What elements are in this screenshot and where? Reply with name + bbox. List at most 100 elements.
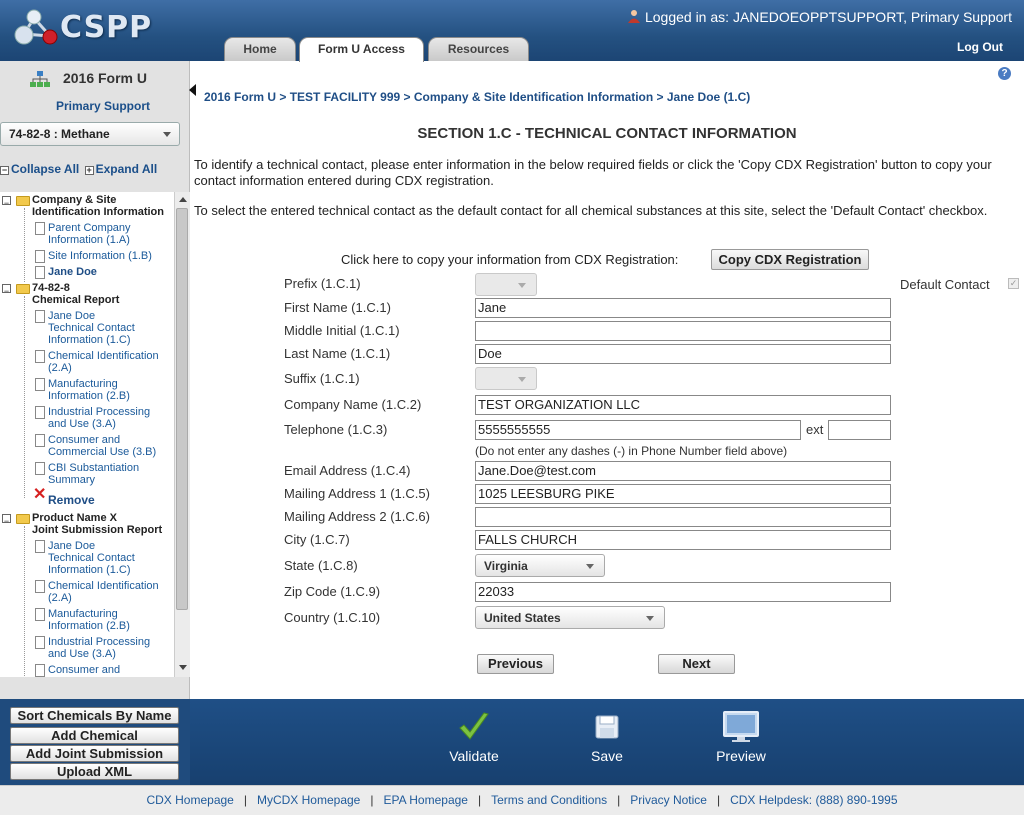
copy-cdx-text: Click here to copy your information from…	[341, 252, 679, 267]
middle-initial-label: Middle Initial (1.C.1)	[284, 323, 400, 338]
add-joint-submission-button[interactable]: Add Joint Submission	[10, 745, 179, 762]
default-contact-instructions: To select the entered technical contact …	[194, 203, 988, 218]
scroll-down-icon[interactable]	[179, 665, 187, 670]
login-user: JANEDOEOPPTSUPPORT	[732, 9, 904, 25]
tree-item-chemical-identification-2[interactable]: Chemical Identification (2.A)	[48, 580, 159, 604]
mailing-address-1-label: Mailing Address 1 (1.C.5)	[284, 486, 430, 501]
save-action[interactable]: Save	[562, 710, 652, 764]
remove-link[interactable]: Remove	[48, 494, 95, 506]
login-info: Logged in as: JANEDOEOPPTSUPPORT, Primar…	[627, 9, 1012, 25]
tree-item-parent-company[interactable]: Parent Company Information (1.A)	[48, 222, 131, 246]
footer: CDX Homepage | MyCDX Homepage | EPA Homepage…	[0, 785, 1024, 815]
expand-all-link[interactable]: Expand All	[96, 162, 158, 176]
sidebar-subtitle: Primary Support	[55, 99, 151, 113]
footer-link-terms[interactable]: Terms and Conditions	[491, 793, 607, 807]
last-name-input[interactable]: Doe	[475, 344, 891, 364]
city-input[interactable]: FALLS CHURCH	[475, 530, 891, 550]
document-icon	[35, 636, 45, 649]
document-icon	[35, 462, 45, 475]
folder-icon	[16, 514, 30, 524]
first-name-input[interactable]: Jane	[475, 298, 891, 318]
preview-action[interactable]: Preview	[696, 710, 786, 764]
tree-item-industrial-processing[interactable]: Industrial Processing and Use (3.A)	[48, 406, 150, 430]
tab-resources[interactable]: Resources	[428, 37, 529, 61]
telephone-input[interactable]: 5555555555	[475, 420, 801, 440]
prefix-select[interactable]	[475, 273, 537, 296]
footer-link-helpdesk[interactable]: CDX Helpdesk: (888) 890-1995	[730, 793, 897, 807]
validate-label: Validate	[449, 748, 499, 764]
country-label: Country (1.C.10)	[284, 610, 381, 625]
first-name-label: First Name (1.C.1)	[284, 300, 391, 315]
save-label: Save	[591, 748, 623, 764]
company-name-input[interactable]: TEST ORGANIZATION LLC	[475, 395, 891, 415]
tree-group-company-site[interactable]: Company & Site Identification Information	[32, 194, 164, 218]
collapse-group-icon[interactable]: −	[2, 284, 11, 296]
monitor-icon	[696, 710, 786, 744]
tree-item-manufacturing-2[interactable]: Manufacturing Information (2.B)	[48, 608, 130, 632]
collapse-sidebar-icon[interactable]	[189, 84, 196, 96]
tree-controls: − Collapse All + Expand All	[0, 162, 157, 176]
collapse-group-icon[interactable]: −	[2, 196, 11, 208]
logo-text: CSPP	[60, 10, 153, 45]
login-prefix: Logged in as:	[644, 9, 730, 25]
footer-link-cdx-homepage[interactable]: CDX Homepage	[146, 793, 233, 807]
chevron-down-icon	[586, 564, 594, 569]
tab-form-u-access[interactable]: Form U Access	[299, 37, 424, 62]
tree-item-technical-contact[interactable]: Jane Doe Technical Contact Information (1.…	[48, 310, 135, 346]
tree-item-industrial-processing-2[interactable]: Industrial Processing and Use (3.A)	[48, 636, 150, 660]
validate-action[interactable]: Validate	[429, 710, 519, 764]
mailing-address-2-input[interactable]	[475, 507, 891, 527]
help-icon[interactable]: ?	[998, 67, 1011, 80]
add-chemical-button[interactable]: Add Chemical	[10, 727, 179, 744]
footer-link-privacy[interactable]: Privacy Notice	[630, 793, 707, 807]
tab-home[interactable]: Home	[224, 37, 296, 61]
remove-x-icon: ✕	[33, 486, 47, 503]
previous-button[interactable]: Previous	[477, 654, 554, 674]
suffix-select[interactable]	[475, 367, 537, 390]
zip-code-input[interactable]: 22033	[475, 582, 891, 602]
document-icon	[35, 222, 45, 235]
scrollbar-thumb[interactable]	[176, 208, 188, 610]
company-name-label: Company Name (1.C.2)	[284, 397, 422, 412]
tree-group-joint-submission[interactable]: Product Name X Joint Submission Report	[32, 512, 162, 536]
footer-link-mycdx-homepage[interactable]: MyCDX Homepage	[257, 793, 360, 807]
chevron-down-icon	[646, 616, 654, 621]
document-icon	[35, 580, 45, 593]
sort-chemicals-button[interactable]: Sort Chemicals By Name	[10, 707, 179, 724]
scroll-up-icon[interactable]	[179, 197, 187, 202]
country-select[interactable]: United States	[475, 606, 665, 629]
breadcrumb[interactable]: 2016 Form U > TEST FACILITY 999 > Compan…	[204, 90, 750, 104]
last-name-label: Last Name (1.C.1)	[284, 346, 391, 361]
tree-group-chemical-report[interactable]: 74-82-8 Chemical Report	[32, 282, 119, 306]
mailing-address-1-input[interactable]: 1025 LEESBURG PIKE	[475, 484, 891, 504]
next-button[interactable]: Next	[658, 654, 735, 674]
state-select[interactable]: Virginia	[475, 554, 605, 577]
tree-item-site-information[interactable]: Site Information (1.B)	[48, 250, 152, 262]
document-icon	[35, 608, 45, 621]
collapse-icon: −	[0, 165, 9, 175]
upload-xml-button[interactable]: Upload XML	[10, 763, 179, 780]
ext-input[interactable]	[828, 420, 891, 440]
document-icon	[35, 434, 45, 447]
tree-item-jane-doe-selected[interactable]: Jane Doe	[48, 266, 97, 278]
email-input[interactable]: Jane.Doe@test.com	[475, 461, 891, 481]
tree-item-technical-contact-2[interactable]: Jane Doe Technical Contact Information (1.…	[48, 540, 135, 576]
footer-link-epa-homepage[interactable]: EPA Homepage	[383, 793, 468, 807]
tree-item-chemical-identification[interactable]: Chemical Identification (2.A)	[48, 350, 159, 374]
chemical-select[interactable]: 74-82-8 : Methane	[0, 122, 180, 146]
collapse-group-icon[interactable]: −	[2, 514, 11, 526]
default-contact-checkbox[interactable]: ✓	[1008, 278, 1019, 289]
tree-item-cbi-substantiation[interactable]: CBI Substantiation Summary	[48, 462, 139, 486]
logout-link[interactable]: Log Out	[957, 40, 1003, 54]
middle-initial-input[interactable]	[475, 321, 891, 341]
chevron-down-icon	[163, 132, 171, 137]
tree-item-consumer-commercial[interactable]: Consumer and Commercial Use (3.B)	[48, 434, 156, 458]
city-label: City (1.C.7)	[284, 532, 350, 547]
collapse-all-link[interactable]: Collapse All	[11, 162, 79, 176]
expand-icon: +	[84, 165, 94, 175]
copy-cdx-registration-button[interactable]: Copy CDX Registration	[711, 249, 869, 270]
state-label: State (1.C.8)	[284, 558, 358, 573]
tree-item-consumer-2[interactable]: Consumer and	[48, 664, 120, 676]
sidebar-title: 2016 Form U	[62, 70, 148, 86]
tree-item-manufacturing[interactable]: Manufacturing Information (2.B)	[48, 378, 130, 402]
